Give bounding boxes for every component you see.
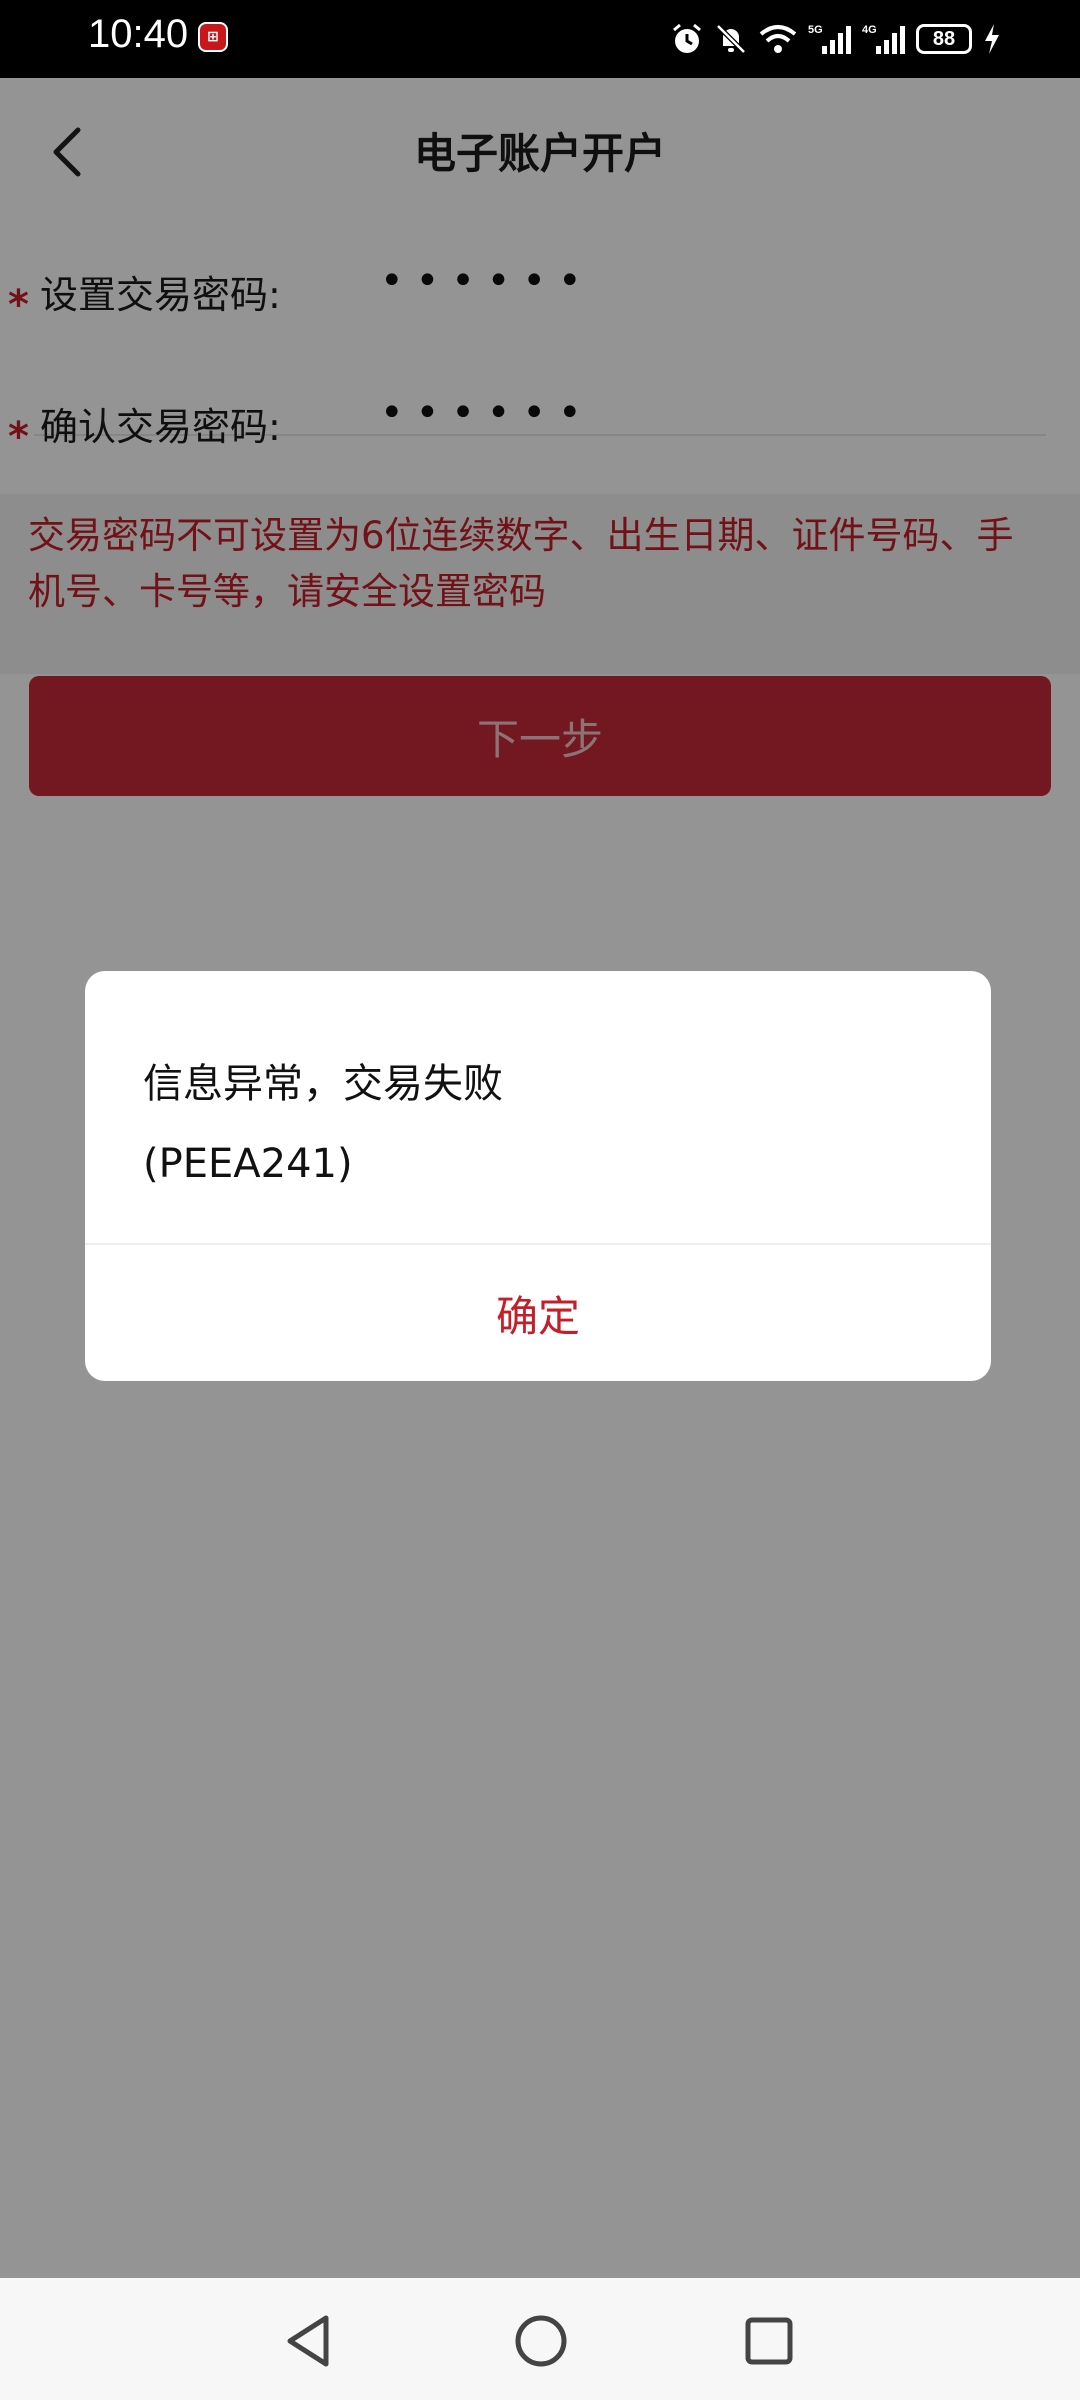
charging-icon	[985, 24, 999, 54]
dialog-error-code: (PEEA241)	[143, 1141, 353, 1187]
signal-5g-icon: 5G	[808, 24, 851, 54]
network-5g-label: 5G	[808, 24, 823, 36]
status-bar: 10:40 ⊞ 5G 4G 88	[0, 0, 1080, 78]
battery-icon: 88	[916, 24, 972, 54]
alarm-icon	[673, 23, 701, 53]
dialog-message-line: 信息异常，交易失败	[143, 1061, 503, 1107]
status-icons: 5G 4G 88	[670, 16, 1002, 62]
status-time: 10:40	[88, 12, 189, 56]
nav-back-icon[interactable]	[276, 2308, 342, 2374]
network-4g-label: 4G	[862, 24, 877, 36]
app-notification-icon: ⊞	[198, 22, 228, 52]
error-dialog: 信息异常，交易失败 (PEEA241) 确定	[85, 971, 991, 1381]
nav-home-icon[interactable]	[508, 2308, 574, 2374]
mute-bell-icon	[716, 24, 746, 54]
dialog-message: 信息异常，交易失败 (PEEA241)	[143, 1041, 943, 1207]
wifi-icon	[759, 25, 797, 53]
nav-recent-apps-icon[interactable]	[736, 2308, 802, 2374]
system-nav-bar	[0, 2278, 1080, 2400]
signal-4g-icon: 4G	[862, 24, 905, 54]
confirm-button[interactable]: 确定	[85, 1245, 991, 1381]
